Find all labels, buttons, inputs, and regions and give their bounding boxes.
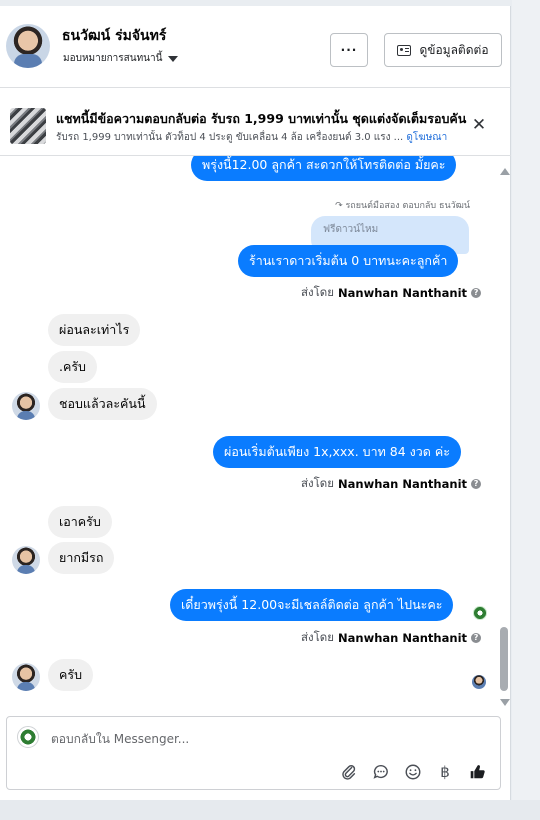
avatar[interactable]: [12, 392, 40, 420]
view-contact-label: ดูข้อมูลติดต่อ: [419, 42, 489, 57]
paperclip-icon[interactable]: [339, 762, 359, 782]
reply-input[interactable]: [51, 729, 471, 749]
sender-name: Nanwhan Nanthanit: [338, 477, 468, 491]
window-bottom-band: [0, 800, 540, 820]
sender-name: Nanwhan Nanthanit: [338, 286, 468, 300]
message-thread: พรุ่งนี้12.00 ลูกค้า สะดวกให้โทรติดต่อ ม…: [0, 156, 496, 712]
view-contact-button[interactable]: ดูข้อมูลติดต่อ: [384, 33, 502, 67]
assign-label: มอบหมายการสนทนานี้: [63, 53, 163, 64]
window-edge: [512, 0, 540, 820]
reply-indicator: ↷ รถยนต์มือสอง ตอบกลับ ธนวัฒน์: [335, 201, 470, 211]
sent-by-prefix: ส่งโดย: [301, 476, 335, 490]
info-icon[interactable]: ?: [471, 479, 482, 489]
baht-icon[interactable]: ฿: [435, 762, 455, 782]
message-outgoing[interactable]: ร้านเราดาวเริ่มต้น 0 บาทนะคะลูกค้า: [238, 245, 459, 277]
ad-thumbnail: [10, 108, 46, 144]
close-icon[interactable]: ✕: [470, 116, 488, 134]
message-incoming[interactable]: ผ่อนละเท่าไร: [48, 314, 141, 346]
message-outgoing[interactable]: เดี๋ยวพรุ่งนี้ 12.00จะมีเชลล์ติดต่อ ลูกค…: [170, 589, 454, 621]
avatar[interactable]: [6, 24, 50, 68]
message-outgoing[interactable]: ผ่อนเริ่มต้นเพียง 1x,xxx. บาท 84 งวด ค่ะ: [213, 436, 461, 468]
sent-by-label: ส่งโดย Nanwhan Nanthanit ?: [301, 475, 482, 493]
messenger-panel: ธนวัฒน์ ร่มจันทร์ มอบหมายการสนทนานี้ ···…: [0, 6, 511, 800]
emoji-icon[interactable]: [403, 762, 423, 782]
page-avatar: [17, 726, 39, 748]
message-incoming[interactable]: ยากมีรถ: [48, 542, 115, 574]
contact-name[interactable]: ธนวัฒน์ ร่มจันทร์: [62, 25, 166, 47]
avatar[interactable]: [12, 546, 40, 574]
contact-card-icon: [397, 44, 412, 56]
chat-scrollbar[interactable]: [498, 156, 510, 712]
message-composer: ฿: [6, 716, 501, 790]
avatar[interactable]: [12, 663, 40, 691]
message-incoming[interactable]: .ครับ: [48, 351, 97, 383]
more-button[interactable]: ···: [330, 33, 368, 67]
ad-description: รับรถ 1,999 บาทเท่านั้น ตัวท็อป 4 ประตู …: [56, 130, 456, 145]
info-icon[interactable]: ?: [471, 633, 482, 643]
scroll-thumb[interactable]: [500, 627, 508, 691]
ad-banner: แชทนี้มีข้อความตอบกลับต่อ รับรถ 1,999 บา…: [0, 94, 511, 156]
scroll-down-icon[interactable]: [500, 699, 510, 706]
chat-bubble-icon[interactable]: [371, 762, 391, 782]
message-incoming[interactable]: ครับ: [48, 659, 94, 691]
sent-by-label: ส่งโดย Nanwhan Nanthanit ?: [301, 629, 482, 647]
info-icon[interactable]: ?: [471, 288, 482, 298]
thumbs-up-icon[interactable]: [467, 762, 487, 782]
sent-by-label: ส่งโดย Nanwhan Nanthanit ?: [301, 284, 482, 302]
seen-indicator-icon: [473, 606, 487, 620]
message-incoming[interactable]: เอาครับ: [48, 506, 112, 538]
view-ad-link[interactable]: ดูโฆษณา: [406, 132, 447, 143]
sender-name: Nanwhan Nanthanit: [338, 631, 468, 645]
caret-down-icon: [168, 55, 179, 62]
scroll-up-icon[interactable]: [500, 168, 510, 175]
composer-toolbar: ฿: [339, 761, 487, 783]
ad-description-text: รับรถ 1,999 บาทเท่านั้น ตัวท็อป 4 ประตู …: [56, 132, 404, 143]
assign-conversation[interactable]: มอบหมายการสนทนานี้: [63, 51, 179, 66]
seen-avatar-icon: [472, 675, 486, 689]
sent-by-prefix: ส่งโดย: [301, 285, 335, 299]
message-outgoing[interactable]: พรุ่งนี้12.00 ลูกค้า สะดวกให้โทรติดต่อ ม…: [191, 156, 457, 181]
ad-title: แชทนี้มีข้อความตอบกลับต่อ รับรถ 1,999 บา…: [56, 111, 467, 126]
conversation-header: ธนวัฒน์ ร่มจันทร์ มอบหมายการสนทนานี้ ···…: [0, 6, 511, 88]
message-incoming[interactable]: ชอบแล้วละคันนี้: [48, 388, 157, 420]
sent-by-prefix: ส่งโดย: [301, 630, 335, 644]
